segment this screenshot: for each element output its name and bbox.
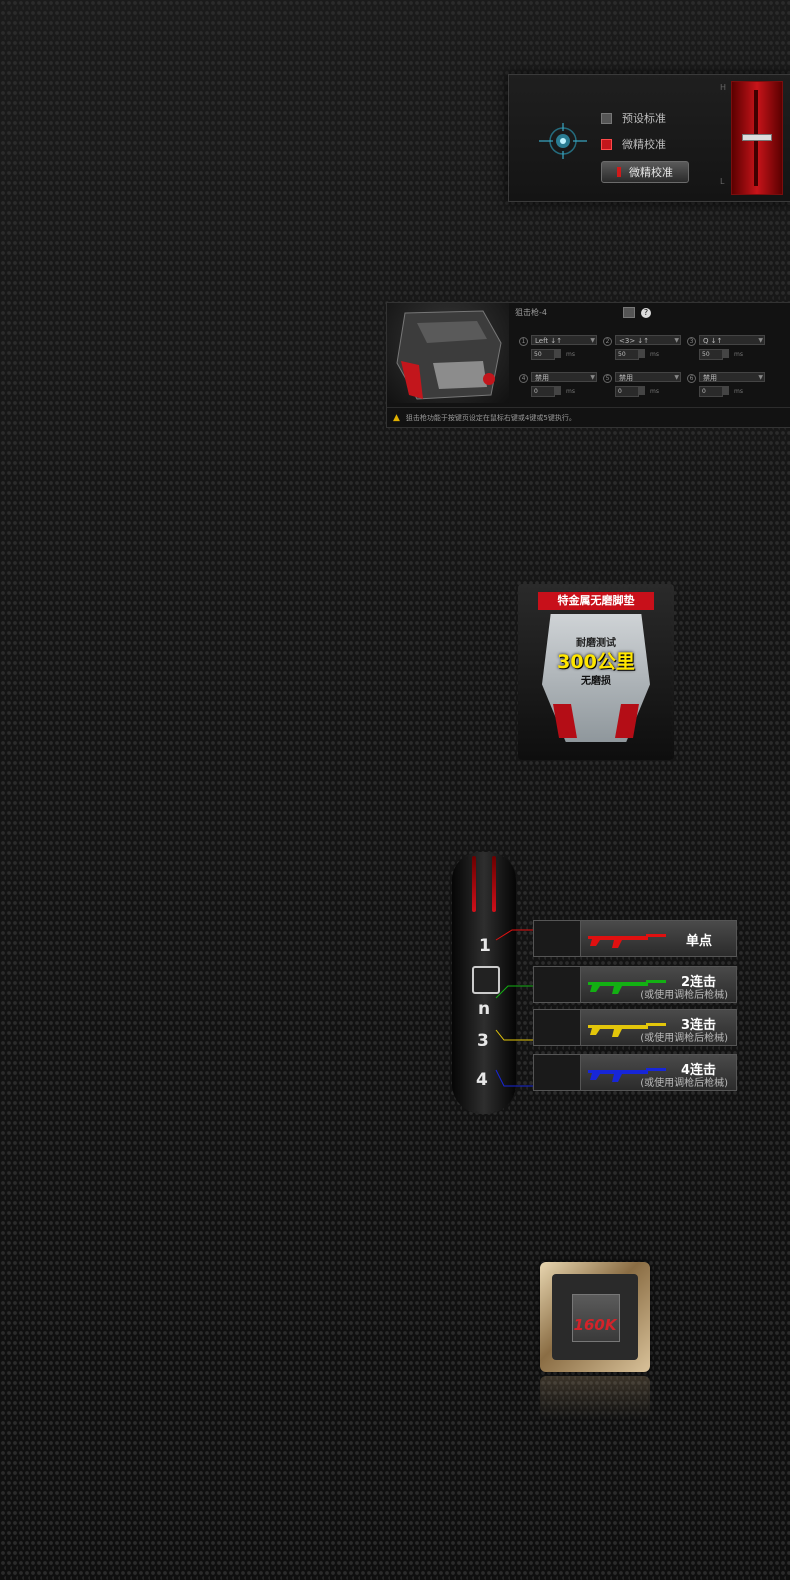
slot-number: 5: [603, 374, 612, 383]
mouse-image: [387, 303, 509, 403]
fine-calibration-option[interactable]: 微精校准: [601, 136, 666, 152]
mode-number-2: n: [478, 999, 491, 1019]
slot-number: 1: [519, 337, 528, 346]
preset-label: 预设标准: [622, 112, 666, 125]
slot-number: 2: [603, 337, 612, 346]
key-select[interactable]: 禁用: [531, 372, 597, 383]
preset-checkbox[interactable]: [601, 112, 612, 124]
feet-result: 无磨损: [581, 676, 611, 687]
feet-distance: 300公里: [557, 651, 635, 673]
delay-input[interactable]: 0: [699, 386, 723, 397]
mouse-stripe-right: [492, 856, 496, 912]
slot-number: 6: [687, 374, 696, 383]
weapon-select[interactable]: 狙击枪-4 ?: [515, 307, 651, 318]
connector-lines: [495, 929, 534, 1087]
fire-mode-single: 单点: [533, 920, 737, 957]
rifle-icon: [588, 934, 666, 948]
crosshair-icon: [539, 123, 587, 159]
weapon-dropdown-icon[interactable]: [622, 307, 635, 318]
calibration-panel: 预设标准 微精校准 微精校准 H L: [508, 74, 790, 202]
delay-unit: ms: [734, 388, 743, 395]
delay-input[interactable]: 50: [531, 349, 555, 360]
key-select[interactable]: 禁用: [615, 372, 681, 383]
delay-spinner[interactable]: [723, 386, 729, 395]
delay-spinner[interactable]: [639, 349, 645, 358]
slider-high-label: H: [720, 83, 727, 92]
fire-mode-burst-4: 4连击 (或使用调枪后枪械): [533, 1054, 737, 1091]
key-slot-5: 5 禁用 0 ms: [603, 372, 685, 402]
slot-number: 3: [687, 337, 696, 346]
mode-title: 单点: [685, 934, 712, 949]
key-select[interactable]: Left ↓↑: [531, 335, 597, 346]
delay-spinner[interactable]: [723, 349, 729, 358]
delay-spinner[interactable]: [555, 349, 561, 358]
chip-label: 160K: [573, 1316, 617, 1334]
fine-label: 微精校准: [622, 138, 666, 151]
help-icon[interactable]: ?: [640, 307, 651, 318]
fire-mode-burst-3: 3连击 (或使用调枪后枪械): [533, 1009, 737, 1046]
mode-number-4: 4: [476, 1070, 488, 1090]
key-select[interactable]: Q ↓↑: [699, 335, 765, 346]
mode-thumb: [534, 1055, 581, 1090]
delay-input[interactable]: 50: [699, 349, 723, 360]
delay-input[interactable]: 0: [531, 386, 555, 397]
processor-chip-icon: 160K: [540, 1262, 650, 1372]
sensitivity-slider[interactable]: [731, 81, 783, 195]
fine-button-label: 微精校准: [629, 166, 673, 179]
key-select[interactable]: <3> ↓↑: [615, 335, 681, 346]
mouse-top-icon: [396, 310, 502, 400]
key-slot-2: 2 <3> ↓↑ 50 ms: [603, 335, 685, 365]
mode-subtitle: (或使用调枪后枪械): [640, 1033, 728, 1044]
delay-spinner[interactable]: [555, 386, 561, 395]
delay-unit: ms: [566, 351, 575, 358]
fine-calibration-button[interactable]: 微精校准: [601, 161, 689, 183]
key-slot-1: 1 Left ↓↑ 50 ms: [519, 335, 601, 365]
slot-number: 4: [519, 374, 528, 383]
mouse-stripe-left: [472, 856, 476, 912]
preset-standard-option[interactable]: 预设标准: [601, 110, 666, 126]
chip-inner: 160K: [552, 1274, 638, 1360]
mode-subtitle: (或使用调枪后枪械): [640, 990, 728, 1001]
mode-thumb: [534, 921, 581, 956]
chip-reflection: [540, 1376, 650, 1420]
mode-thumb: [534, 967, 581, 1002]
sniper-note: ▲ 狙击枪功能于按键页设定在鼠标右键或4键或5键执行。: [387, 407, 790, 427]
sniper-note-text: 狙击枪功能于按键页设定在鼠标右键或4键或5键执行。: [405, 413, 576, 422]
slider-low-label: L: [720, 177, 725, 186]
fine-checkbox[interactable]: [601, 138, 612, 150]
warning-icon: ▲: [393, 412, 400, 423]
key-select[interactable]: 禁用: [699, 372, 765, 383]
key-slot-3: 3 Q ↓↑ 50 ms: [687, 335, 769, 365]
delay-spinner[interactable]: [639, 386, 645, 395]
mouse-feet-panel: 特金属无磨脚垫 耐磨测试 300公里 无磨损: [518, 584, 674, 760]
delay-input[interactable]: 50: [615, 349, 639, 360]
delay-unit: ms: [566, 388, 575, 395]
delay-unit: ms: [734, 351, 743, 358]
fire-mode-burst-2: 2连击 (或使用调枪后枪械): [533, 966, 737, 1003]
key-slot-6: 6 禁用 0 ms: [687, 372, 769, 402]
delay-unit: ms: [650, 388, 659, 395]
weapon-label: 狙击枪-4: [515, 308, 547, 317]
button-indicator-icon: [617, 167, 621, 177]
sniper-config-panel: 狙击枪-4 ? 1 Left ↓↑ 50 ms 2 <3> ↓↑ 50 ms 3…: [386, 302, 790, 428]
feet-banner: 特金属无磨脚垫: [538, 592, 654, 610]
slider-knob[interactable]: [742, 134, 772, 141]
delay-input[interactable]: 0: [615, 386, 639, 397]
delay-unit: ms: [650, 351, 659, 358]
mode-number-3: 3: [477, 1031, 489, 1051]
key-slot-4: 4 禁用 0 ms: [519, 372, 601, 402]
mode-subtitle: (或使用调枪后枪械): [640, 1078, 728, 1089]
mode-thumb: [534, 1010, 581, 1045]
